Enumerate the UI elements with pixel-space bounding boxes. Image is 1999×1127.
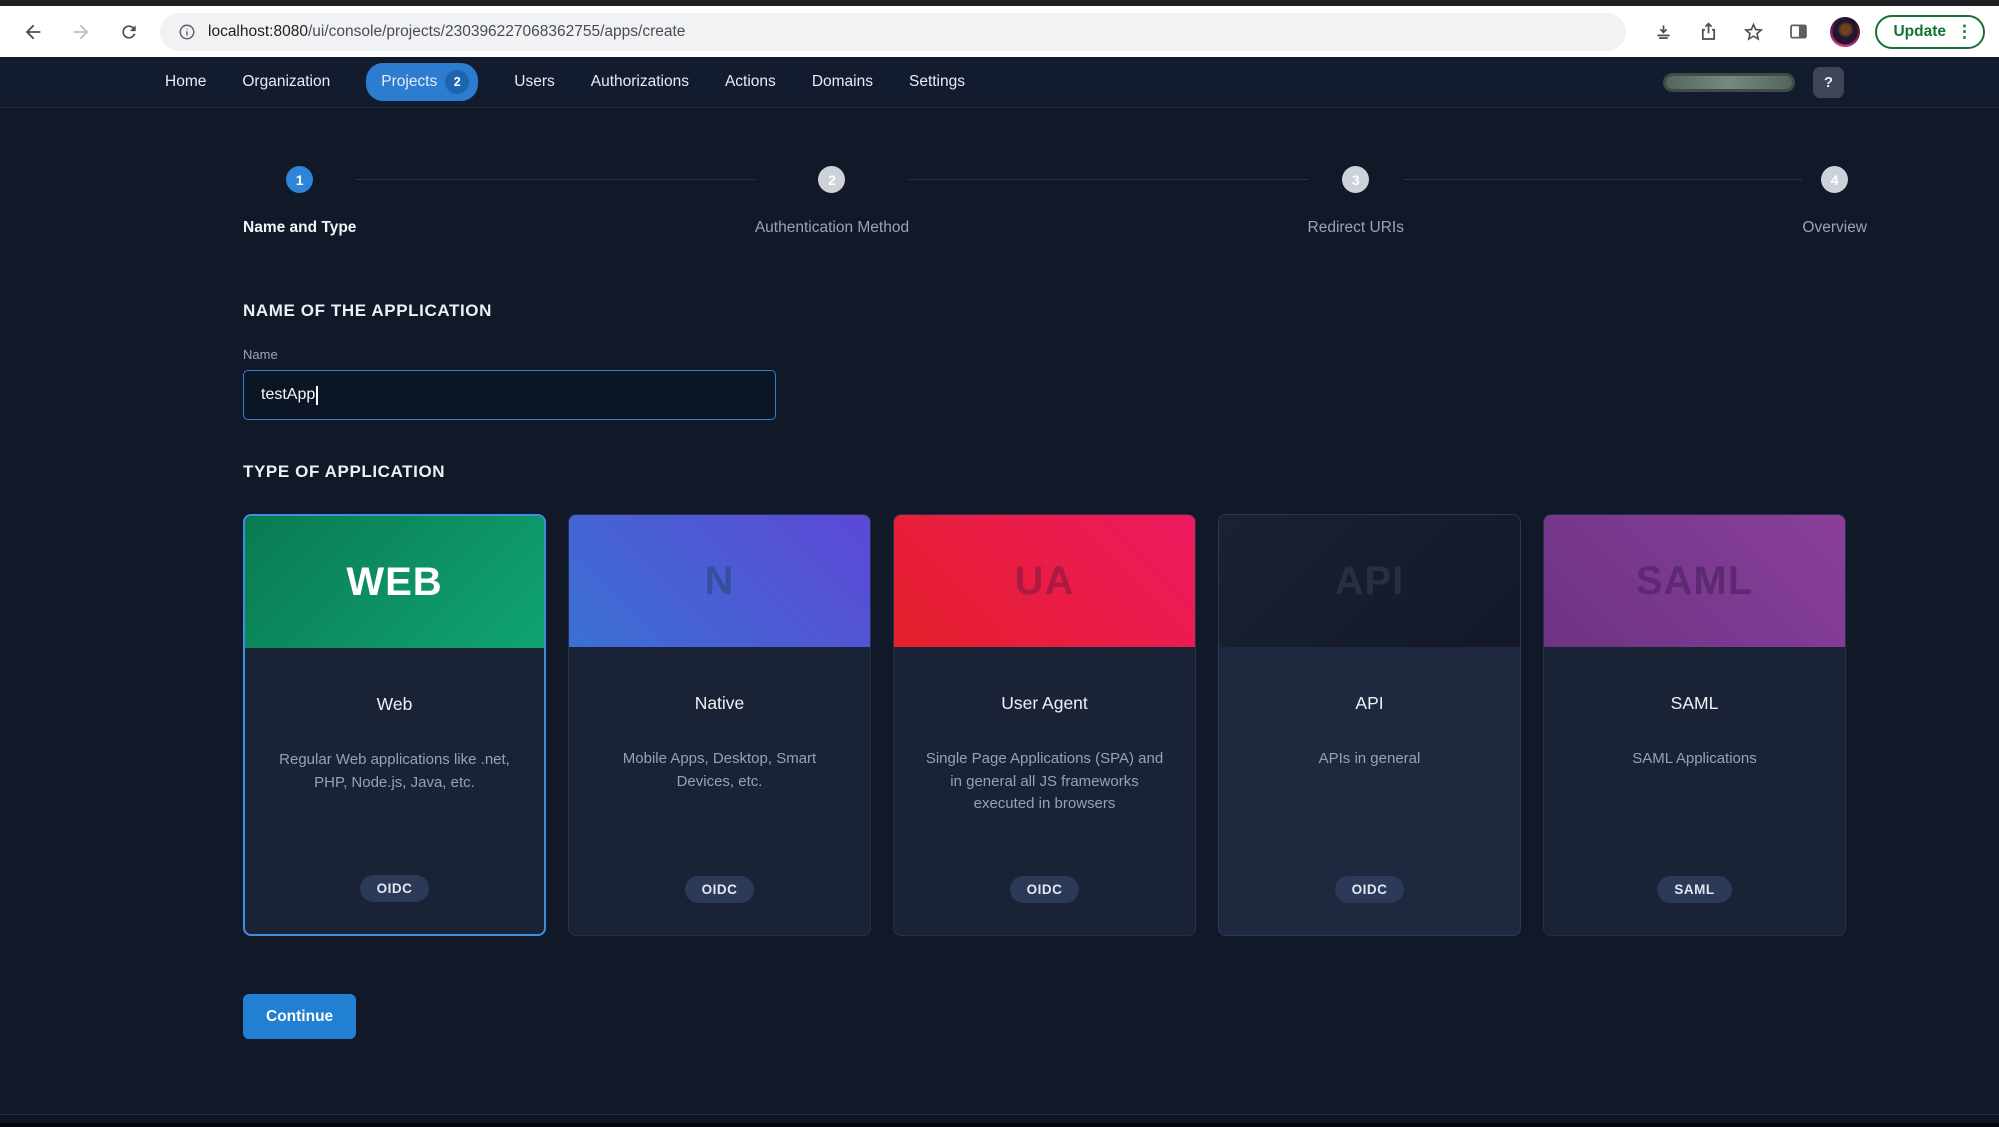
card-banner-label: UA bbox=[1014, 558, 1075, 603]
step-number: 3 bbox=[1342, 166, 1370, 193]
nav-item-settings[interactable]: Settings bbox=[909, 73, 965, 91]
step-label: Overview bbox=[1802, 219, 1868, 236]
protocol-badge: OIDC bbox=[684, 876, 755, 903]
projects-count-badge: 2 bbox=[445, 70, 470, 94]
browser-chrome: localhost:8080/ui/console/projects/23039… bbox=[0, 0, 1999, 57]
step-label: Redirect URIs bbox=[1307, 219, 1404, 236]
card-description: Mobile Apps, Desktop, Smart Devices, etc… bbox=[622, 750, 817, 790]
card-banner-label: SAML bbox=[1635, 558, 1754, 603]
protocol-badge: SAML bbox=[1657, 876, 1732, 903]
nav-item-users[interactable]: Users bbox=[514, 73, 554, 91]
card-description: Single Page Applications (SPA) and in ge… bbox=[925, 750, 1164, 812]
card-banner-label: API bbox=[1334, 558, 1405, 603]
name-field-label: Name bbox=[243, 347, 278, 362]
card-banner: API bbox=[1219, 515, 1520, 647]
reload-button[interactable] bbox=[112, 15, 146, 49]
nav-item-organization[interactable]: Organization bbox=[242, 73, 330, 91]
protocol-badge: OIDC bbox=[1334, 876, 1405, 903]
card-banner: SAML bbox=[1544, 515, 1845, 647]
footer-strip bbox=[0, 1114, 1999, 1127]
stepper-step: 2 Authentication Method bbox=[755, 166, 909, 237]
back-button[interactable] bbox=[16, 15, 50, 49]
share-button[interactable] bbox=[1691, 15, 1725, 49]
url-bar[interactable]: localhost:8080/ui/console/projects/23039… bbox=[160, 12, 1627, 51]
protocol-badge: OIDC bbox=[359, 875, 430, 902]
card-title: Web bbox=[376, 694, 413, 714]
app-type-card-saml[interactable]: SAML SAML SAML Applications SAML bbox=[1543, 514, 1846, 936]
bookmark-button[interactable] bbox=[1736, 15, 1770, 49]
nav-item-home[interactable]: Home bbox=[165, 73, 206, 91]
step-connector-line bbox=[909, 179, 1308, 180]
app-type-card-user-agent[interactable]: UA User Agent Single Page Applications (… bbox=[893, 514, 1196, 936]
step-label: Name and Type bbox=[243, 219, 357, 236]
star-icon bbox=[1743, 22, 1764, 41]
app-type-card-api[interactable]: API API APIs in general OIDC bbox=[1218, 514, 1521, 936]
app-type-card-web[interactable]: WEB Web Regular Web applications like .n… bbox=[243, 514, 546, 936]
install-icon bbox=[1657, 25, 1670, 39]
name-section-title: NAME OF THE APPLICATION bbox=[243, 301, 492, 320]
card-description: APIs in general bbox=[1318, 750, 1421, 767]
nav-item-authorizations[interactable]: Authorizations bbox=[591, 73, 689, 91]
card-banner-label: WEB bbox=[346, 559, 443, 604]
step-label: Authentication Method bbox=[754, 219, 910, 236]
browser-toolbar: localhost:8080/ui/console/projects/23039… bbox=[0, 6, 1999, 57]
card-banner: UA bbox=[894, 515, 1195, 647]
nav-item-projects[interactable]: Projects 2 bbox=[366, 63, 479, 101]
card-description: SAML Applications bbox=[1632, 750, 1757, 767]
side-panel-button[interactable] bbox=[1781, 15, 1815, 49]
card-title: Native bbox=[694, 693, 745, 713]
side-panel-icon bbox=[1790, 24, 1807, 39]
forward-icon bbox=[73, 24, 89, 39]
nav-item-actions[interactable]: Actions bbox=[725, 73, 776, 91]
share-icon bbox=[1701, 22, 1716, 40]
step-number: 4 bbox=[1821, 166, 1849, 193]
stepper-step: 3 Redirect URIs bbox=[1308, 166, 1404, 237]
url-text: localhost:8080/ui/console/projects/23039… bbox=[208, 22, 686, 40]
back-icon bbox=[25, 24, 41, 39]
text-caret bbox=[316, 385, 318, 405]
card-title: SAML bbox=[1670, 693, 1719, 713]
app-type-card-native[interactable]: N Native Mobile Apps, Desktop, Smart Dev… bbox=[568, 514, 871, 936]
browser-menu-icon[interactable]: ⋮ bbox=[1952, 23, 1977, 40]
update-button[interactable]: Update ⋮ bbox=[1875, 14, 1985, 49]
create-app-page: 1 Name and Type 2 Authentication Method … bbox=[0, 166, 1999, 1039]
step-number: 2 bbox=[818, 166, 846, 193]
install-button[interactable] bbox=[1646, 15, 1680, 49]
protocol-badge: OIDC bbox=[1009, 876, 1080, 903]
stepper-step: 1 Name and Type bbox=[243, 166, 356, 237]
app-name-value: testApp bbox=[261, 386, 316, 403]
stepper: 1 Name and Type 2 Authentication Method … bbox=[243, 166, 1867, 237]
stepper-step: 4 Overview bbox=[1802, 166, 1867, 237]
step-connector-line bbox=[356, 179, 755, 180]
card-title: API bbox=[1355, 693, 1384, 713]
nav-item-domains[interactable]: Domains bbox=[812, 73, 873, 91]
reload-icon bbox=[122, 24, 136, 39]
app-name-input[interactable]: testApp bbox=[243, 370, 776, 420]
site-info-icon[interactable] bbox=[178, 23, 196, 41]
step-number: 1 bbox=[286, 166, 314, 193]
card-banner: N bbox=[569, 515, 870, 647]
type-section-title: TYPE OF APPLICATION bbox=[243, 462, 446, 481]
card-title: User Agent bbox=[1001, 693, 1088, 713]
org-loading-skeleton bbox=[1663, 72, 1795, 92]
card-description: Regular Web applications like .net, PHP,… bbox=[279, 751, 510, 791]
card-banner-label: N bbox=[704, 558, 735, 603]
continue-button[interactable]: Continue bbox=[243, 994, 357, 1039]
step-connector-line bbox=[1403, 179, 1803, 180]
avatar[interactable] bbox=[1830, 16, 1861, 47]
card-banner: WEB bbox=[245, 516, 544, 648]
app-type-cards: WEB Web Regular Web applications like .n… bbox=[243, 514, 1867, 936]
console-nav: Home Organization Projects 2 Users Author… bbox=[0, 57, 1999, 108]
forward-button[interactable] bbox=[64, 15, 98, 49]
help-button[interactable]: ? bbox=[1813, 66, 1844, 98]
update-label: Update bbox=[1893, 22, 1946, 40]
